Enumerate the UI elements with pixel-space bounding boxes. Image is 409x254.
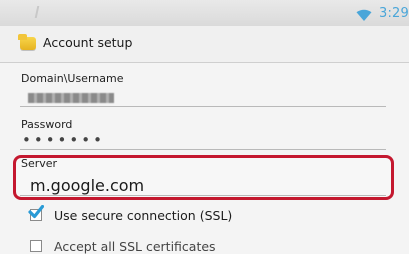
server-label: Server [21, 157, 58, 170]
page-title: Account setup [43, 35, 133, 50]
domain-username-field[interactable] [28, 93, 114, 103]
password-label: Password [21, 118, 73, 131]
wifi-icon [356, 9, 372, 21]
domain-username-label: Domain\Username [21, 72, 124, 85]
email-app-icon[interactable] [18, 34, 36, 50]
status-bar [0, 0, 409, 26]
server-underline [20, 195, 386, 196]
password-field[interactable]: ••••••• [22, 133, 105, 148]
password-underline [20, 149, 386, 150]
domain-username-underline [20, 106, 386, 107]
checkmark-icon [28, 205, 44, 219]
accept-all-ssl-checkbox[interactable] [30, 240, 42, 252]
ssl-label[interactable]: Use secure connection (SSL) [54, 208, 232, 223]
status-time: 3:29 [379, 6, 409, 21]
server-field[interactable]: m.google.com [30, 176, 144, 195]
